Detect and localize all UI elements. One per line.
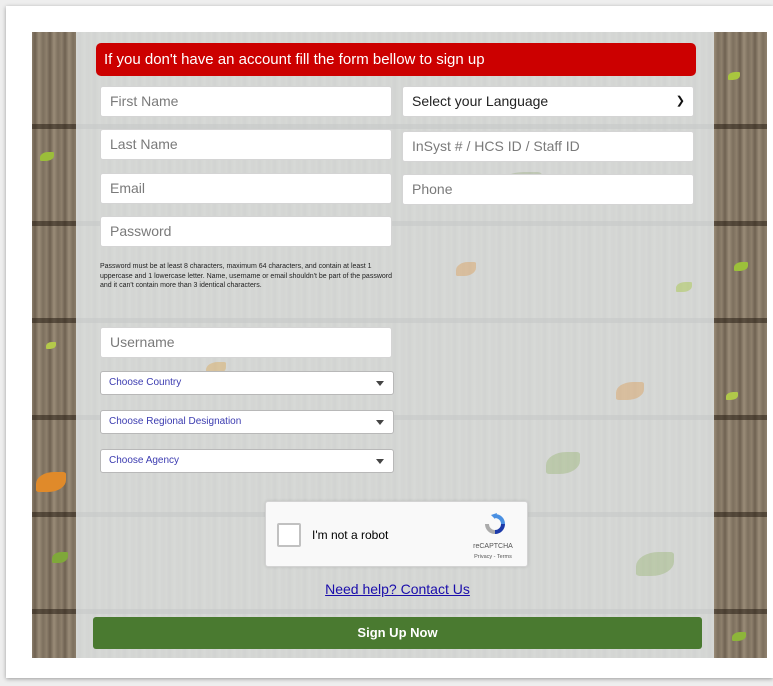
recaptcha-label: I'm not a robot: [312, 528, 389, 542]
recaptcha-widget: I'm not a robot reCAPTCHA Privacy - Term…: [265, 501, 528, 567]
phone-input[interactable]: Phone: [402, 174, 694, 205]
sign-up-button[interactable]: Sign Up Now: [93, 617, 702, 649]
regional-designation-dropdown[interactable]: Choose Regional Designation: [100, 410, 394, 434]
email-input[interactable]: Email: [100, 173, 392, 204]
recaptcha-privacy-terms[interactable]: Privacy - Terms: [463, 554, 523, 560]
username-input[interactable]: Username: [100, 327, 392, 358]
region-dropdown-value: Choose Regional Designation: [109, 416, 242, 427]
last-name-input[interactable]: Last Name: [100, 129, 392, 160]
caret-down-icon: [376, 459, 384, 464]
chevron-down-icon: ❯: [675, 95, 685, 107]
contact-us-link[interactable]: Need help? Contact Us: [325, 581, 470, 597]
recaptcha-brand: reCAPTCHA: [473, 543, 513, 550]
first-name-input[interactable]: First Name: [100, 86, 392, 117]
signup-banner: If you don't have an account fill the fo…: [96, 43, 696, 76]
password-input[interactable]: Password: [100, 216, 392, 247]
recaptcha-logo-icon: [485, 513, 505, 534]
country-dropdown-value: Choose Country: [109, 377, 182, 388]
caret-down-icon: [376, 420, 384, 425]
language-select-value: Select your Language: [412, 93, 549, 109]
password-requirements-text: Password must be at least 8 characters, …: [100, 263, 392, 289]
agency-dropdown-value: Choose Agency: [109, 455, 180, 466]
agency-dropdown[interactable]: Choose Agency: [100, 449, 394, 473]
help-link-row: Need help? Contact Us: [0, 581, 773, 597]
caret-down-icon: [376, 381, 384, 386]
insyst-id-input[interactable]: InSyst # / HCS ID / Staff ID: [402, 131, 694, 162]
language-select[interactable]: Select your Language ❯: [402, 86, 694, 117]
recaptcha-checkbox[interactable]: [277, 523, 301, 547]
country-dropdown[interactable]: Choose Country: [100, 371, 394, 395]
